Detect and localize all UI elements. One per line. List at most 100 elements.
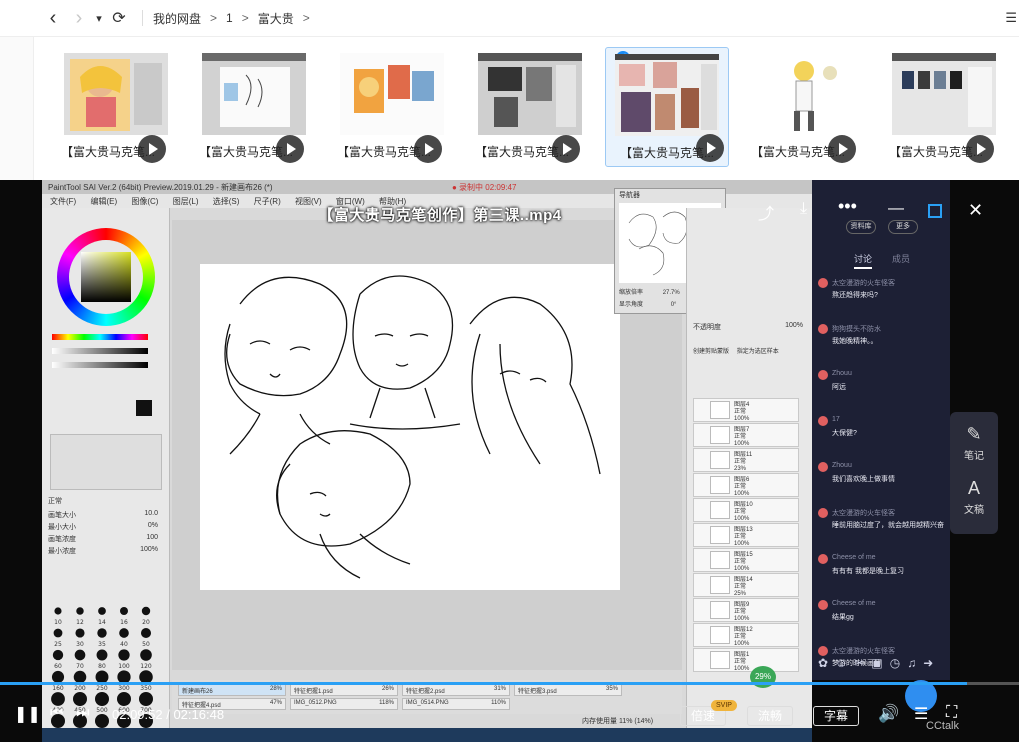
layer-row[interactable]: 图层15 正常 100% — [693, 548, 799, 572]
avatar — [818, 462, 828, 472]
layer-row[interactable]: 图层1 正常 100% — [693, 648, 799, 672]
layer-row[interactable]: 图层14 正常 25% — [693, 573, 799, 597]
layer-row[interactable]: 图层10 正常 100% — [693, 498, 799, 522]
brush-size-dot[interactable] — [52, 649, 64, 661]
avatar — [818, 554, 828, 564]
forward-icon[interactable]: › — [66, 7, 92, 30]
brush-size-label: 12 — [76, 619, 84, 626]
layer-mode: 正常 — [734, 559, 747, 565]
brush-size-dot[interactable] — [119, 628, 129, 638]
layer-opacity: 100% — [734, 616, 750, 622]
video-frame[interactable]: PaintTool SAI Ver.2 (64bit) Preview.2019… — [42, 180, 812, 742]
brush-size-label: 16 — [120, 619, 128, 626]
layer-row[interactable]: 图层12 正常 100% — [693, 623, 799, 647]
image-icon[interactable]: ▣ — [871, 656, 889, 670]
avatar — [818, 370, 828, 380]
list-view-icon[interactable]: ☰ — [1005, 10, 1017, 26]
layer-row[interactable]: 图层6 正常 100% — [693, 473, 799, 497]
layer-mode: 正常 — [734, 484, 747, 490]
gift-icon[interactable]: ✿ — [818, 656, 835, 670]
brush-size-dot[interactable] — [141, 606, 151, 616]
navigator-angle-row: 显示角度 0° — [619, 299, 676, 308]
thumbnail-image — [202, 53, 306, 135]
brush-size-dot[interactable] — [74, 649, 86, 661]
document-tab[interactable]: 特征把握1.psd 26% — [290, 684, 398, 696]
breadcrumb-item-folder-1[interactable]: 1 — [226, 11, 233, 25]
thumbnail-image — [64, 53, 168, 135]
history-dropdown-icon[interactable]: ▾ — [92, 12, 106, 25]
layer-mode: 正常 — [734, 509, 747, 515]
layer-name: 图层1 — [734, 652, 750, 658]
close-icon[interactable]: ✕ — [968, 200, 983, 221]
sai-tool-panel: 正常 画笔大小 10.0 最小大小 0% 画笔浓度 100 最小浓度 100% 10 12… — [42, 208, 170, 742]
back-icon[interactable]: ‹ — [40, 7, 66, 30]
brush-size-dot[interactable] — [76, 607, 84, 615]
opacity-value: 100% — [785, 322, 803, 329]
video-thumbnail[interactable]: 【富大贵马克笔... — [322, 47, 446, 167]
brush-size-dot[interactable] — [140, 627, 152, 639]
download-icon[interactable]: ⤓ — [800, 200, 807, 218]
previous-icon[interactable]: ⏮ — [50, 704, 64, 721]
video-thumbnail[interactable]: 【富大贵马克笔... — [46, 47, 170, 167]
clock-icon[interactable]: ◷ — [890, 656, 907, 670]
saturation-slider — [52, 348, 148, 354]
nav-bar: ‹ › ▾ ⟳ 我的网盘 > 1 > 富大贵 > ☰ — [0, 0, 1019, 36]
video-thumbnail[interactable]: 【富大贵马克笔... — [874, 47, 998, 167]
share-icon[interactable]: ⤴ — [758, 200, 774, 224]
tab-discussion[interactable]: 讨论 — [854, 252, 873, 269]
layer-name: 图层15 — [734, 552, 753, 558]
avatar — [818, 416, 828, 426]
send-arrow-icon[interactable]: ➜ — [923, 656, 940, 670]
layer-info: 图层6 正常 100% — [734, 477, 749, 498]
sketch-artwork — [224, 275, 601, 579]
scissors-icon[interactable]: ✂ — [854, 656, 871, 670]
refresh-icon[interactable]: ⟳ — [106, 8, 132, 28]
tab-members[interactable]: 成员 — [892, 252, 910, 265]
video-thumbnail[interactable]: 【富大贵马克笔... — [184, 47, 308, 167]
document-tab[interactable]: 特征把握2.psd 31% — [402, 684, 510, 696]
next-icon[interactable]: ⏭ — [76, 704, 90, 721]
brush-size-dot[interactable] — [54, 607, 62, 615]
chat-tab-more[interactable]: 更多 — [888, 220, 918, 234]
avatar — [818, 508, 828, 518]
brush-size-label: 250 — [96, 685, 108, 692]
progress-bar[interactable] — [0, 682, 1019, 685]
video-thumbnail[interactable]: 【富大贵马克笔... — [736, 47, 860, 167]
layer-row[interactable]: 图层7 正常 100% — [693, 423, 799, 447]
layer-row[interactable]: 图层9 正常 100% — [693, 598, 799, 622]
quality-button[interactable]: 流畅 — [747, 706, 793, 726]
bell-icon[interactable]: ♫ — [907, 656, 923, 670]
brush-size-dot[interactable] — [97, 628, 107, 638]
pause-icon[interactable]: ❚❚ — [14, 704, 41, 724]
maximize-icon[interactable] — [928, 204, 942, 218]
volume-icon[interactable]: 🔊 — [878, 704, 899, 724]
brush-size-dot[interactable] — [98, 607, 106, 615]
document-tab[interactable]: 特征把握3.psd 35% — [514, 684, 622, 696]
video-thumbnail-selected[interactable]: ✓ 【富大贵马克笔... — [605, 47, 729, 167]
chat-toolbar: ✿☺✂▣◷♫➜ — [818, 656, 940, 670]
layer-row[interactable]: 图层13 正常 100% — [693, 523, 799, 547]
layer-row[interactable]: 图层4 正常 100% — [693, 398, 799, 422]
layer-mode: 正常 — [734, 584, 747, 590]
document-tab[interactable]: 新建画布26 28% — [178, 684, 286, 696]
brush-size-dot[interactable] — [96, 649, 108, 661]
minimize-icon[interactable]: — — [888, 200, 904, 218]
brush-size-dot[interactable] — [120, 607, 128, 615]
emoji-icon[interactable]: ☺ — [835, 656, 854, 670]
layer-row[interactable]: 图层11 正常 23% — [693, 448, 799, 472]
brush-size-dot[interactable] — [53, 628, 63, 638]
layer-info: 图层13 正常 100% — [734, 527, 753, 548]
brush-size-dot[interactable] — [118, 649, 130, 661]
notes-button[interactable]: ✎ 笔记 — [950, 424, 998, 462]
breadcrumb-item-current[interactable]: 富大贵 — [258, 10, 294, 27]
video-thumbnail[interactable]: 【富大贵马克笔... — [460, 47, 584, 167]
breadcrumb-item-root[interactable]: 我的网盘 — [153, 10, 201, 27]
layer-name: 图层11 — [734, 452, 753, 458]
more-options-icon[interactable]: ••• — [838, 196, 857, 217]
brush-size-dot[interactable] — [75, 628, 85, 638]
brush-size-dot[interactable] — [140, 649, 152, 661]
subtitle-button[interactable]: 字幕 — [813, 706, 859, 726]
video-player[interactable]: PaintTool SAI Ver.2 (64bit) Preview.2019… — [0, 180, 1019, 742]
thumbnail-caption: 【富大贵马克笔... — [619, 146, 714, 160]
document-button[interactable]: A 文稿 — [950, 478, 998, 516]
